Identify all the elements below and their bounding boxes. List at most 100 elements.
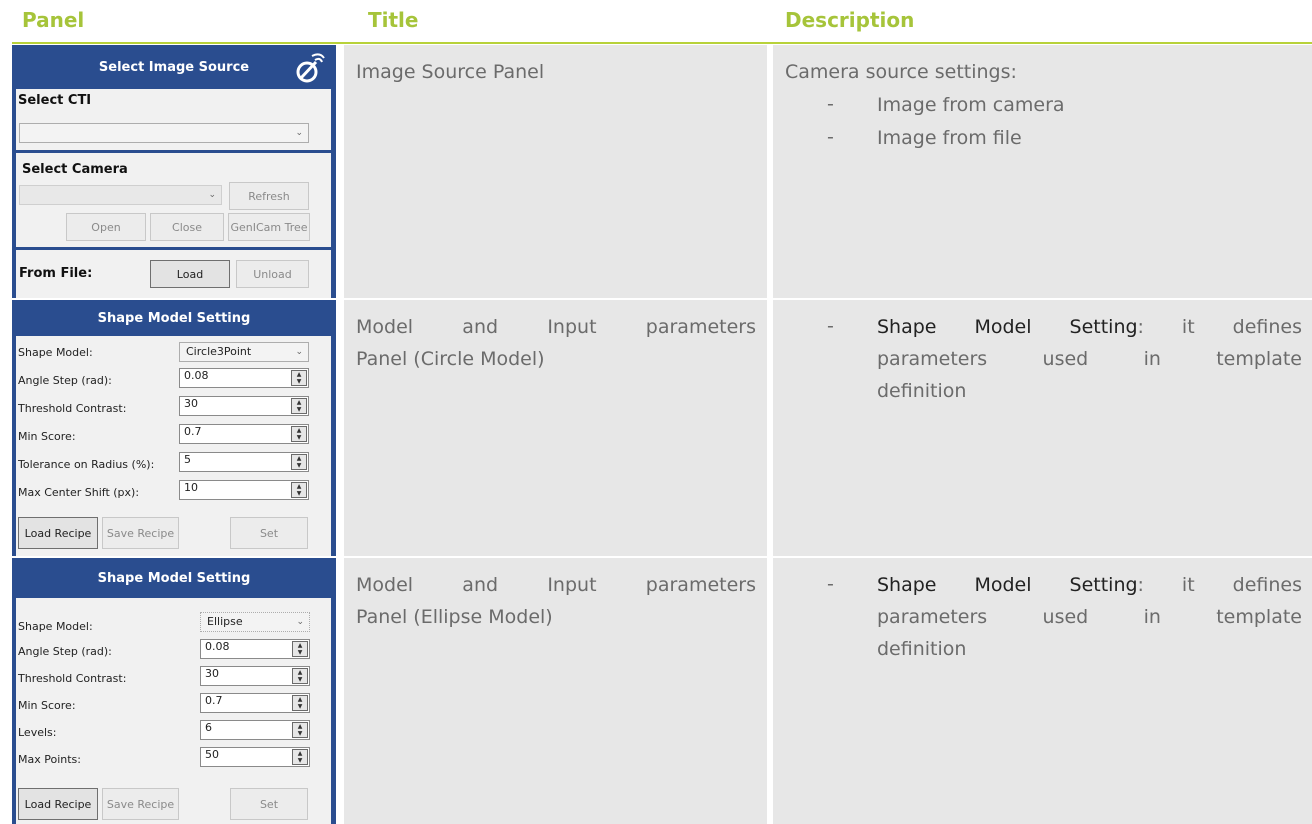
tolerance-radius-input[interactable]: 5 ▲ ▼ — [179, 452, 309, 472]
genicam-tree-button[interactable]: GenICam Tree — [228, 213, 310, 241]
load-button[interactable]: Load — [150, 260, 230, 288]
field-value: 50 — [205, 748, 219, 761]
column-header-panel: Panel — [22, 8, 85, 32]
threshold-contrast-input[interactable]: 30 ▲ ▼ — [179, 396, 309, 416]
shape-model-dropdown[interactable]: Ellipse ⌄ — [200, 612, 310, 632]
field-label: Min Score: — [18, 699, 76, 712]
max-points-input[interactable]: 50 ▲ ▼ — [200, 747, 310, 767]
divider — [16, 247, 331, 250]
spinner-icon[interactable]: ▲ ▼ — [292, 749, 308, 765]
bullet-dash: - — [827, 126, 834, 148]
field-value: 5 — [184, 453, 191, 466]
image-source-body: Select CTI ⌄ Select Camera ⌄ Refresh Ope… — [16, 89, 331, 298]
row3-bullet-rest: : it defines — [1137, 574, 1302, 596]
field-value: 0.08 — [205, 640, 230, 653]
unload-button[interactable]: Unload — [236, 260, 309, 288]
camera-dropdown[interactable]: ⌄ — [19, 185, 222, 205]
row2-title-line1: Model and Input parameters — [356, 316, 756, 338]
field-value: 0.08 — [184, 369, 209, 382]
header-rule — [12, 42, 1312, 44]
field-label: Threshold Contrast: — [18, 672, 127, 685]
row3-bullet-bold: Shape Model Setting — [877, 574, 1138, 596]
field-label: Max Points: — [18, 753, 81, 766]
cti-dropdown[interactable]: ⌄ — [19, 123, 309, 143]
row2-bullet-rest: : it defines — [1137, 316, 1302, 338]
spinner-icon[interactable]: ▲ ▼ — [291, 426, 307, 442]
spinner-icon[interactable]: ▲ ▼ — [291, 454, 307, 470]
shape-model-body: Shape Model: Ellipse ⌄ Angle Step (rad):… — [16, 598, 331, 824]
field-label: Min Score: — [18, 430, 76, 443]
row2-bullet-bold: Shape Model Setting — [877, 316, 1138, 338]
select-cti-label: Select CTI — [18, 93, 92, 108]
spinner-icon[interactable]: ▲ ▼ — [291, 398, 307, 414]
shape-model-panel-circle: Shape Model Setting Shape Model: Circle3… — [12, 300, 336, 556]
panel-header-title: Shape Model Setting — [97, 570, 251, 586]
spinner-icon[interactable]: ▲ ▼ — [292, 668, 308, 684]
bullet-dash: - — [827, 93, 834, 115]
row3-bullet-line3: definition — [877, 638, 967, 660]
row3-bullet-line1: Shape Model Setting: it defines — [877, 571, 1302, 599]
shape-model-panel-ellipse: Shape Model Setting Shape Model: Ellipse… — [12, 558, 336, 824]
satellite-icon — [294, 50, 328, 88]
spinner-icon[interactable]: ▲ ▼ — [291, 370, 307, 386]
spinner-icon[interactable]: ▲ ▼ — [292, 722, 308, 738]
min-score-input[interactable]: 0.7 ▲ ▼ — [200, 693, 310, 713]
row3-title-line1: Model and Input parameters — [356, 574, 756, 596]
field-label: Levels: — [18, 726, 57, 739]
row1-title: Image Source Panel — [356, 61, 545, 83]
field-label: Angle Step (rad): — [18, 645, 112, 658]
load-recipe-button[interactable]: Load Recipe — [18, 788, 98, 820]
bullet-dash: - — [827, 573, 834, 595]
row1-title-cell: Image Source Panel — [344, 45, 767, 298]
row1-description-cell: Camera source settings: - Image from cam… — [773, 45, 1312, 298]
spinner-icon[interactable]: ▲ ▼ — [292, 695, 308, 711]
row3-bullet-line2: parameters used in template — [877, 606, 1302, 628]
levels-input[interactable]: 6 ▲ ▼ — [200, 720, 310, 740]
bullet-dash: - — [827, 315, 834, 337]
divider — [16, 150, 331, 153]
save-recipe-button[interactable]: Save Recipe — [102, 517, 179, 549]
panel-header: Shape Model Setting — [12, 558, 336, 598]
chevron-down-icon: ⌄ — [295, 128, 303, 138]
shape-model-value: Circle3Point — [186, 345, 252, 358]
close-button[interactable]: Close — [150, 213, 224, 241]
shape-model-label: Shape Model: — [18, 620, 93, 633]
set-button[interactable]: Set — [230, 788, 308, 820]
angle-step-input[interactable]: 0.08 ▲ ▼ — [200, 639, 310, 659]
spinner-icon[interactable]: ▲ ▼ — [292, 641, 308, 657]
row2-bullet-line3: definition — [877, 380, 967, 402]
column-header-description: Description — [785, 8, 915, 32]
image-source-panel: Select Image Source Select CTI ⌄ Select … — [12, 45, 336, 298]
row2-title-cell: Model and Input parameters Panel (Circle… — [344, 300, 767, 556]
row2-bullet-line2: parameters used in template — [877, 348, 1302, 370]
threshold-contrast-input[interactable]: 30 ▲ ▼ — [200, 666, 310, 686]
row1-bullet-1: Image from camera — [877, 94, 1065, 116]
field-value: 30 — [205, 667, 219, 680]
angle-step-input[interactable]: 0.08 ▲ ▼ — [179, 368, 309, 388]
panel-header-title: Shape Model Setting — [97, 310, 251, 326]
save-recipe-button[interactable]: Save Recipe — [102, 788, 179, 820]
chevron-down-icon: ⌄ — [208, 190, 216, 200]
field-value: 0.7 — [205, 694, 223, 707]
load-recipe-button[interactable]: Load Recipe — [18, 517, 98, 549]
open-button[interactable]: Open — [66, 213, 146, 241]
chevron-down-icon: ⌄ — [296, 617, 304, 627]
field-value: 0.7 — [184, 425, 202, 438]
field-value: 6 — [205, 721, 212, 734]
select-camera-label: Select Camera — [22, 162, 128, 177]
panel-header: Select Image Source — [12, 45, 336, 89]
row1-bullet-2: Image from file — [877, 127, 1022, 149]
max-center-shift-input[interactable]: 10 ▲ ▼ — [179, 480, 309, 500]
refresh-button[interactable]: Refresh — [229, 182, 309, 210]
shape-model-dropdown[interactable]: Circle3Point ⌄ — [179, 342, 309, 362]
set-button[interactable]: Set — [230, 517, 308, 549]
row2-description-cell: - Shape Model Setting: it defines parame… — [773, 300, 1312, 556]
panel-header: Shape Model Setting — [12, 300, 336, 336]
panel-header-title: Select Image Source — [98, 59, 250, 75]
shape-model-body: Shape Model: Circle3Point ⌄ Angle Step (… — [16, 336, 331, 556]
row3-description-cell: - Shape Model Setting: it defines parame… — [773, 558, 1312, 824]
row2-bullet-line1: Shape Model Setting: it defines — [877, 313, 1302, 341]
min-score-input[interactable]: 0.7 ▲ ▼ — [179, 424, 309, 444]
row2-title-line2: Panel (Circle Model) — [356, 348, 545, 370]
spinner-icon[interactable]: ▲ ▼ — [291, 482, 307, 498]
